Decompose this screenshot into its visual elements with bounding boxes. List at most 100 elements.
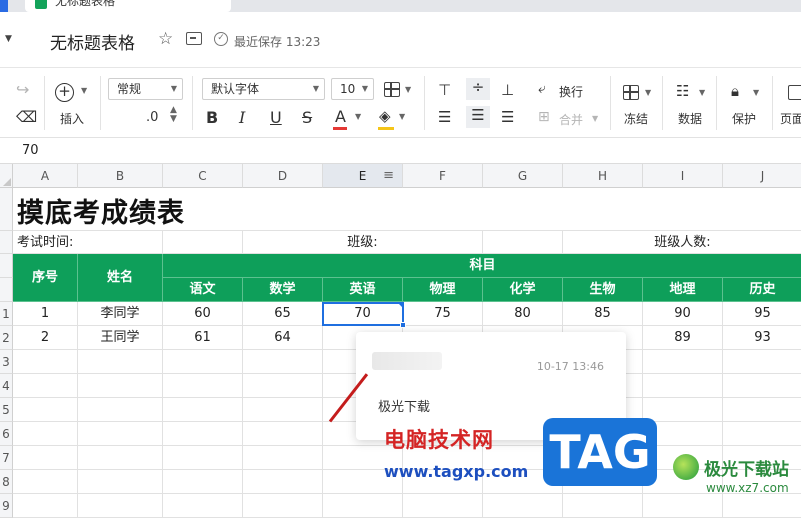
score-cell[interactable]: 60: [163, 302, 243, 326]
empty-cell[interactable]: [723, 398, 801, 422]
page-button[interactable]: 页面: [780, 110, 801, 127]
score-cell[interactable]: 89: [643, 326, 723, 350]
subject-header[interactable]: 英语: [323, 278, 403, 302]
strikethrough-button[interactable]: S: [302, 108, 312, 127]
empty-cell[interactable]: [78, 350, 163, 374]
row-header[interactable]: [0, 254, 13, 278]
freeze-caret-icon[interactable]: ▼: [645, 88, 651, 97]
move-to-folder-icon[interactable]: [186, 32, 202, 45]
row-header[interactable]: 1: [0, 302, 13, 326]
empty-cell[interactable]: [723, 422, 801, 446]
sheet-title[interactable]: 摸底考成绩表: [17, 191, 185, 230]
font-color-caret-icon[interactable]: ▼: [355, 112, 361, 121]
subject-header[interactable]: 生物: [563, 278, 643, 302]
header-no[interactable]: 序号: [13, 254, 78, 302]
score-cell[interactable]: 75: [403, 302, 483, 326]
empty-cell[interactable]: [563, 494, 643, 518]
empty-cell[interactable]: [643, 350, 723, 374]
underline-button[interactable]: U: [270, 108, 282, 127]
select-all-corner[interactable]: [0, 164, 13, 188]
merge-button[interactable]: 合并: [559, 111, 583, 128]
insert-plus-icon[interactable]: +: [55, 83, 74, 102]
row-header[interactable]: 4: [0, 374, 13, 398]
star-icon[interactable]: ☆: [158, 29, 173, 49]
protect-caret-icon[interactable]: ▼: [753, 88, 759, 97]
freeze-icon[interactable]: [623, 85, 639, 100]
subject-header[interactable]: 语文: [163, 278, 243, 302]
wrap-button[interactable]: 换行: [559, 83, 583, 100]
column-header-g[interactable]: G: [483, 164, 563, 188]
student-no[interactable]: 2: [13, 326, 78, 350]
merge-caret-icon[interactable]: ▼: [592, 114, 598, 123]
row-header[interactable]: 6: [0, 422, 13, 446]
insert-button[interactable]: 插入: [60, 110, 84, 127]
border-icon[interactable]: [384, 82, 400, 97]
font-color-button[interactable]: A: [335, 107, 346, 126]
class-size-label[interactable]: 班级人数:: [563, 231, 801, 254]
empty-cell[interactable]: [243, 398, 323, 422]
empty-cell[interactable]: [163, 446, 243, 470]
decimal-stepper-icon[interactable]: ▲ ▼: [170, 106, 177, 124]
header-name[interactable]: 姓名: [78, 254, 163, 302]
empty-cell[interactable]: [163, 494, 243, 518]
align-top-icon[interactable]: ⊤: [438, 81, 451, 99]
document-tab[interactable]: 无标题表格: [25, 0, 231, 12]
fill-handle[interactable]: [400, 322, 406, 328]
freeze-button[interactable]: 冻结: [624, 110, 648, 127]
column-header-e[interactable]: E ≡: [323, 164, 403, 188]
font-family-select[interactable]: 默认字体 ▼: [202, 78, 325, 100]
row-header[interactable]: 5: [0, 398, 13, 422]
empty-cell[interactable]: [403, 494, 483, 518]
column-header-f[interactable]: F: [403, 164, 483, 188]
exam-time-value[interactable]: [163, 231, 243, 254]
student-name[interactable]: 王同学: [78, 326, 163, 350]
empty-cell[interactable]: [13, 494, 78, 518]
column-header-j[interactable]: J: [723, 164, 801, 188]
formula-bar[interactable]: 70: [0, 139, 801, 164]
row-header[interactable]: 9: [0, 494, 13, 518]
row-header[interactable]: 3: [0, 350, 13, 374]
empty-cell[interactable]: [723, 350, 801, 374]
score-cell[interactable]: 80: [483, 302, 563, 326]
empty-cell[interactable]: [243, 350, 323, 374]
align-left-icon[interactable]: ☰: [438, 108, 451, 126]
insert-caret-icon[interactable]: ▼: [81, 86, 87, 95]
number-format-select[interactable]: 常规 ▼: [108, 78, 183, 100]
class-value[interactable]: [483, 231, 563, 254]
row-header[interactable]: 7: [0, 446, 13, 470]
italic-button[interactable]: I: [239, 108, 245, 127]
empty-cell[interactable]: [643, 374, 723, 398]
redo-icon[interactable]: ↪: [16, 80, 29, 99]
empty-cell[interactable]: [483, 494, 563, 518]
column-header-h[interactable]: H: [563, 164, 643, 188]
row-header[interactable]: 2: [0, 326, 13, 350]
align-middle-icon[interactable]: ÷: [466, 78, 490, 100]
bold-button[interactable]: B: [206, 108, 218, 127]
subject-header[interactable]: 物理: [403, 278, 483, 302]
active-cell-selection[interactable]: [322, 302, 406, 328]
fill-color-icon[interactable]: ◈: [379, 107, 391, 125]
row-header[interactable]: 8: [0, 470, 13, 494]
border-caret-icon[interactable]: ▼: [405, 85, 411, 94]
score-cell[interactable]: 65: [243, 302, 323, 326]
empty-cell[interactable]: [13, 350, 78, 374]
empty-cell[interactable]: [243, 494, 323, 518]
column-header-b[interactable]: B: [78, 164, 163, 188]
fill-color-caret-icon[interactable]: ▼: [399, 112, 405, 121]
empty-cell[interactable]: [78, 470, 163, 494]
class-label[interactable]: 班级:: [243, 231, 483, 254]
empty-cell[interactable]: [78, 374, 163, 398]
empty-cell[interactable]: [163, 374, 243, 398]
empty-cell[interactable]: [723, 494, 801, 518]
column-header-d[interactable]: D: [243, 164, 323, 188]
student-name[interactable]: 李同学: [78, 302, 163, 326]
empty-cell[interactable]: [643, 398, 723, 422]
empty-cell[interactable]: [243, 446, 323, 470]
empty-cell[interactable]: [78, 494, 163, 518]
lock-icon[interactable]: 🔒︎: [731, 82, 739, 100]
empty-cell[interactable]: [243, 374, 323, 398]
data-caret-icon[interactable]: ▼: [699, 88, 705, 97]
header-subjects[interactable]: 科目: [163, 254, 801, 278]
empty-cell[interactable]: [13, 374, 78, 398]
empty-cell[interactable]: [723, 374, 801, 398]
